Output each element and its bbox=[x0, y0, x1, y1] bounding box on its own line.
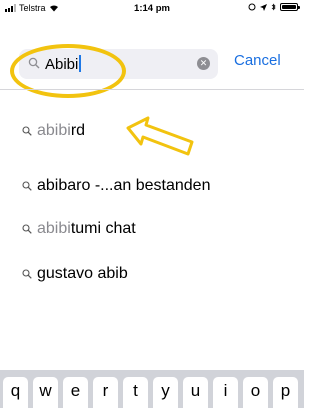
search-icon bbox=[22, 269, 32, 279]
key-o[interactable]: o bbox=[243, 377, 268, 408]
search-icon bbox=[22, 126, 32, 136]
key-q[interactable]: q bbox=[3, 377, 28, 408]
suggestion-completion-text: rd bbox=[70, 122, 86, 139]
search-icon bbox=[22, 224, 32, 234]
clear-search-icon[interactable]: ✕ bbox=[197, 57, 210, 70]
cancel-button[interactable]: Cancel bbox=[234, 52, 281, 69]
status-bar: Telstra 1:14 pm bbox=[0, 0, 304, 18]
key-w[interactable]: w bbox=[33, 377, 58, 408]
suggestion-match-text: abibi bbox=[37, 122, 71, 139]
status-right bbox=[248, 3, 300, 11]
key-u[interactable]: u bbox=[183, 377, 208, 408]
key-i[interactable]: i bbox=[213, 377, 238, 408]
key-e[interactable]: e bbox=[63, 377, 88, 408]
key-r[interactable]: r bbox=[93, 377, 118, 408]
key-p[interactable]: p bbox=[273, 377, 298, 408]
suggestion-item[interactable]: gustavo abib bbox=[22, 265, 128, 283]
bluetooth-icon bbox=[271, 3, 276, 11]
suggestion-completion-text: gustavo abib bbox=[37, 265, 128, 282]
suggestion-completion-text: abibaro -...an bestanden bbox=[37, 177, 211, 194]
battery-icon bbox=[280, 3, 300, 11]
suggestion-completion-text: tumi chat bbox=[70, 220, 136, 237]
key-y[interactable]: y bbox=[153, 377, 178, 408]
suggestion-match-text: abibi bbox=[37, 220, 71, 237]
screen: Telstra 1:14 pm Abibi ✕ Cancel abibi rd … bbox=[0, 0, 304, 408]
divider bbox=[0, 89, 304, 90]
suggestion-item[interactable]: abibi rd bbox=[22, 122, 85, 140]
suggestion-item[interactable]: abibi tumi chat bbox=[22, 220, 136, 238]
suggestion-item[interactable]: abibaro -...an bestanden bbox=[22, 177, 210, 195]
key-t[interactable]: t bbox=[123, 377, 148, 408]
keyboard: q w e r t y u i o p bbox=[0, 370, 304, 408]
arrow-annotation-icon bbox=[126, 116, 194, 156]
location-arrow-icon bbox=[260, 3, 267, 11]
alarm-icon bbox=[248, 3, 256, 11]
search-icon bbox=[22, 181, 32, 191]
